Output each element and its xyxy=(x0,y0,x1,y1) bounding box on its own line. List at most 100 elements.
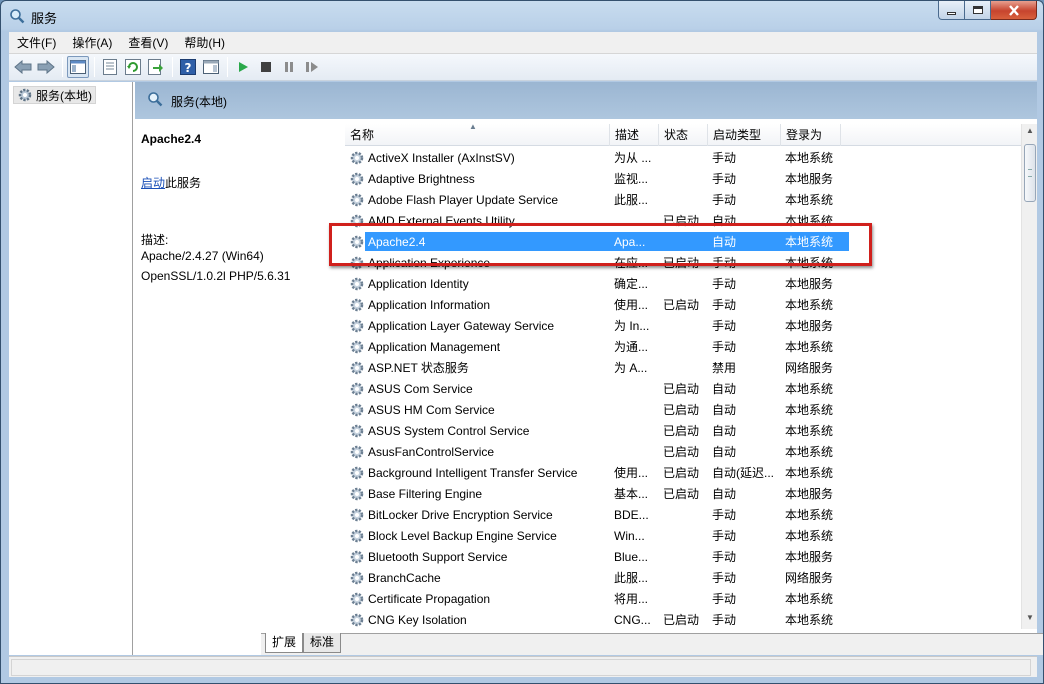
service-startup-type: 手动 xyxy=(712,172,737,186)
table-row[interactable]: Base Filtering Engine 基本... 已启动 自动 本地服务 xyxy=(345,483,1021,504)
minimize-button[interactable] xyxy=(938,1,965,20)
gear-icon xyxy=(350,214,364,227)
service-name-cell: AsusFanControlService xyxy=(345,444,610,460)
service-rows: ActiveX Installer (AxInstSV) 为从 ... 手动 本地系统… xyxy=(345,147,1021,629)
column-header-name[interactable]: ▲ 名称 xyxy=(345,124,610,146)
gear-icon xyxy=(350,550,364,563)
service-name: Base Filtering Engine xyxy=(368,486,483,501)
start-icon xyxy=(239,62,248,72)
service-startup-type: 自动 xyxy=(712,235,737,249)
show-hide-tree-button[interactable] xyxy=(67,56,89,78)
service-description: 为从 ... xyxy=(614,151,652,165)
service-startup-type: 手动 xyxy=(712,529,737,543)
service-name-cell: Block Level Backup Engine Service xyxy=(345,528,610,544)
tree-item-label: 服务(本地) xyxy=(36,88,92,103)
back-button[interactable] xyxy=(12,56,34,78)
service-status: 已启动 xyxy=(663,382,700,396)
table-row[interactable]: Application Layer Gateway Service 为 In...… xyxy=(345,315,1021,336)
service-description: Win... xyxy=(614,528,645,543)
service-description: 使用... xyxy=(614,298,649,312)
service-name: CNG Key Isolation xyxy=(368,612,467,627)
table-row[interactable]: ASP.NET 状态服务 为 A... 禁用 网络服务 xyxy=(345,357,1021,378)
title-bar[interactable]: 服务 xyxy=(1,1,1043,31)
close-icon xyxy=(1008,4,1019,16)
tree-item-services-local[interactable]: 服务(本地) xyxy=(13,86,96,104)
column-header-status[interactable]: 状态 xyxy=(659,124,708,146)
gear-icon xyxy=(350,613,364,626)
restart-service-button[interactable] xyxy=(301,56,323,78)
start-service-button[interactable] xyxy=(232,56,254,78)
table-row[interactable]: Adobe Flash Player Update Service 此服... 手动… xyxy=(345,189,1021,210)
service-name: Background Intelligent Transfer Service xyxy=(368,465,578,480)
show-hide-action-pane-button[interactable] xyxy=(200,56,222,78)
table-row[interactable]: ActiveX Installer (AxInstSV) 为从 ... 手动 本地系统 xyxy=(345,147,1021,168)
maximize-button[interactable] xyxy=(965,1,991,20)
start-service-link[interactable]: 启动 xyxy=(141,176,165,190)
table-row[interactable]: BranchCache 此服... 手动 网络服务 xyxy=(345,567,1021,588)
service-name-cell: Adaptive Brightness xyxy=(345,171,610,187)
menu-file[interactable]: 文件(F) xyxy=(9,34,64,51)
scroll-up-icon[interactable]: ▲ xyxy=(1022,126,1037,140)
close-button[interactable] xyxy=(991,1,1037,20)
description-line-1: Apache/2.4.27 (Win64) xyxy=(141,249,264,263)
service-startup-type: 手动 xyxy=(712,613,737,627)
vertical-scrollbar[interactable]: ▲ ▼ xyxy=(1021,124,1037,629)
table-row[interactable]: Apache2.4 Apa... 自动 本地系统 xyxy=(345,231,1021,252)
pause-service-button[interactable] xyxy=(278,56,300,78)
table-row[interactable]: Certificate Propagation 将用... 手动 本地系统 xyxy=(345,588,1021,609)
properties-button[interactable] xyxy=(99,56,121,78)
menu-action[interactable]: 操作(A) xyxy=(64,34,120,51)
table-row[interactable]: Application Management 为通... 手动 本地系统 xyxy=(345,336,1021,357)
service-startup-type: 自动 xyxy=(712,403,737,417)
sort-ascending-icon: ▲ xyxy=(469,124,477,131)
table-row[interactable]: Application Identity 确定... 手动 本地服务 xyxy=(345,273,1021,294)
column-header-description[interactable]: 描述 xyxy=(610,124,659,146)
export-button[interactable] xyxy=(145,56,167,78)
forward-button[interactable] xyxy=(35,56,57,78)
help-button[interactable]: ? xyxy=(177,56,199,78)
table-row[interactable]: AsusFanControlService 已启动 自动 本地系统 xyxy=(345,441,1021,462)
service-name: Application Management xyxy=(368,339,501,354)
table-row[interactable]: Bluetooth Support Service Blue... 手动 本地服务 xyxy=(345,546,1021,567)
stop-icon xyxy=(261,62,271,72)
refresh-button[interactable] xyxy=(122,56,144,78)
service-description: Blue... xyxy=(614,549,649,564)
table-row[interactable]: ASUS HM Com Service 已启动 自动 本地系统 xyxy=(345,399,1021,420)
service-log-on-as: 本地系统 xyxy=(785,340,834,354)
table-row[interactable]: BitLocker Drive Encryption Service BDE...… xyxy=(345,504,1021,525)
service-name: ASUS HM Com Service xyxy=(368,402,495,417)
table-row[interactable]: Application Information 使用... 已启动 手动 本地系统 xyxy=(345,294,1021,315)
column-header-startup-type[interactable]: 启动类型 xyxy=(708,124,781,146)
service-name: Bluetooth Support Service xyxy=(368,549,508,564)
gear-icon xyxy=(350,256,364,269)
column-header-log-on-as[interactable]: 登录为 xyxy=(781,124,841,146)
table-row[interactable]: Adaptive Brightness 监视... 手动 本地服务 xyxy=(345,168,1021,189)
service-startup-type: 自动 xyxy=(712,487,737,501)
forward-icon xyxy=(37,60,55,74)
svg-text:?: ? xyxy=(185,61,192,75)
back-icon xyxy=(14,60,32,74)
table-row[interactable]: Block Level Backup Engine Service Win... 手… xyxy=(345,525,1021,546)
gear-icon xyxy=(18,88,32,102)
tab-standard[interactable]: 标准 xyxy=(303,633,342,653)
table-row[interactable]: ASUS Com Service 已启动 自动 本地系统 xyxy=(345,378,1021,399)
table-row[interactable]: Background Intelligent Transfer Service 使… xyxy=(345,462,1021,483)
gear-icon xyxy=(350,466,364,479)
table-row[interactable]: ASUS System Control Service 已启动 自动 本地系统 xyxy=(345,420,1021,441)
service-startup-type: 手动 xyxy=(712,319,737,333)
services-magnifier-icon xyxy=(10,9,25,24)
service-description: 在应... xyxy=(614,256,649,270)
table-row[interactable]: Application Experience 在应... 已启动 手动 本地系统 xyxy=(345,252,1021,273)
stop-service-button[interactable] xyxy=(255,56,277,78)
table-row[interactable]: AMD External Events Utility 已启动 自动 本地系统 xyxy=(345,210,1021,231)
scroll-down-icon[interactable]: ▼ xyxy=(1022,613,1037,627)
scroll-thumb[interactable] xyxy=(1024,144,1036,202)
menu-view[interactable]: 查看(V) xyxy=(120,34,176,51)
service-name: ASUS Com Service xyxy=(368,381,473,396)
service-status: 已启动 xyxy=(663,466,700,480)
tab-extended[interactable]: 扩展 xyxy=(265,633,304,653)
menu-help[interactable]: 帮助(H) xyxy=(176,34,233,51)
service-name: Application Identity xyxy=(368,276,469,291)
table-row[interactable]: CNG Key Isolation CNG... 已启动 手动 本地系统 xyxy=(345,609,1021,629)
service-log-on-as: 网络服务 xyxy=(785,361,834,375)
